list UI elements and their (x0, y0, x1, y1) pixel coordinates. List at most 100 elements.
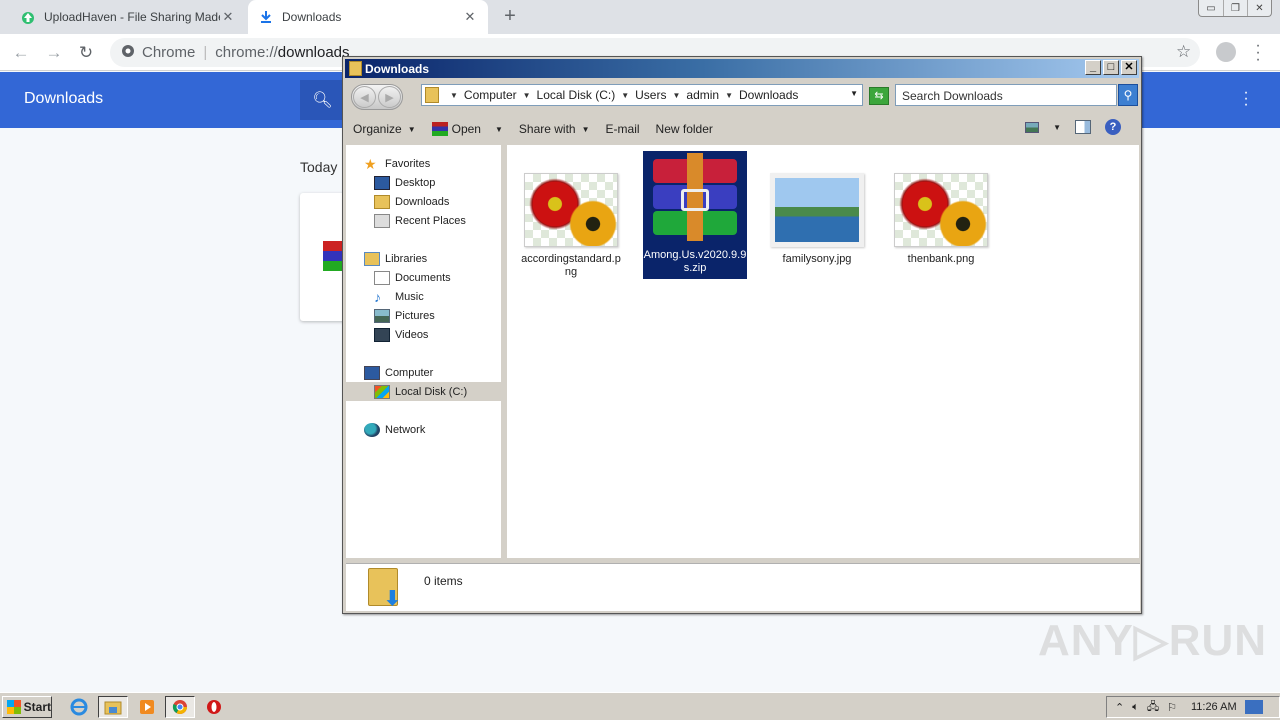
opera-icon[interactable] (199, 696, 229, 718)
open-button[interactable]: Open ▼ (424, 117, 511, 141)
close-icon[interactable]: ✕ (220, 9, 236, 25)
network-icon (364, 422, 380, 437)
volume-icon[interactable]: 🔈︎ (1132, 701, 1139, 714)
download-icon (258, 9, 274, 25)
nav-pictures[interactable]: Pictures (374, 306, 529, 325)
profile-avatar[interactable] (1216, 42, 1236, 62)
tab-downloads[interactable]: Downloads ✕ (248, 0, 488, 34)
desktop-icon (374, 175, 390, 190)
nav-local-disk[interactable]: Local Disk (C:) (346, 382, 501, 401)
close-button[interactable]: ✕ (1121, 60, 1137, 75)
chevron-down-icon[interactable]: ▼ (1053, 123, 1061, 132)
section-today: Today (300, 159, 338, 175)
address-bar: ◀ ▶ ▼ Computer ▼ Local Disk (C:) ▼ Users ▼ a… (345, 79, 1139, 113)
internet-explorer-icon[interactable] (64, 696, 94, 718)
chrome-icon (122, 44, 134, 61)
winrar-archive-icon (649, 153, 741, 241)
more-actions-icon[interactable]: · · · (1240, 85, 1252, 113)
minimize-button[interactable]: ▭ (1199, 0, 1223, 16)
close-icon[interactable]: ✕ (462, 9, 478, 25)
libraries-icon (364, 251, 380, 266)
search-icon[interactable]: ⚲ (1118, 84, 1138, 106)
show-desktop-icon[interactable] (1244, 700, 1263, 714)
nav-desktop[interactable]: Desktop (374, 173, 529, 192)
show-hidden-icons[interactable]: ⌃ (1115, 701, 1124, 714)
command-bar: Organize ▼ Open ▼ Share with ▼ E-mail New f… (345, 115, 1139, 143)
nav-network[interactable]: Network (364, 420, 519, 439)
breadcrumb-item[interactable]: Downloads (739, 88, 798, 102)
png-thumbnail-icon (894, 173, 988, 247)
music-icon: ♪ (374, 288, 381, 305)
clock[interactable]: 11:26 AM (1191, 701, 1237, 713)
organize-button[interactable]: Organize ▼ (345, 117, 424, 141)
file-list: accordingstandard.png Among.Us.v2020.9.9… (507, 145, 1139, 558)
media-player-icon[interactable] (132, 696, 162, 718)
help-icon[interactable]: ? (1105, 119, 1121, 135)
file-name: familysony.jpg (782, 253, 852, 265)
explorer-window: Downloads _ □ ✕ ◀ ▶ ▼ Computer ▼ Local Dis… (342, 56, 1142, 614)
nav-documents[interactable]: Documents (374, 268, 529, 287)
network-warning-icon[interactable]: 🖧 (1147, 698, 1159, 717)
file-item[interactable]: thenbank.png (889, 173, 993, 266)
breadcrumb-item[interactable]: admin (686, 88, 719, 102)
nav-label: Network (385, 423, 426, 436)
file-item[interactable]: familysony.jpg (765, 173, 869, 266)
back-button[interactable]: ← (10, 42, 32, 64)
chevron-down-icon[interactable]: ▼ (850, 89, 858, 98)
nav-music[interactable]: ♪ Music (374, 287, 529, 306)
chevron-down-icon: ▼ (407, 124, 416, 134)
png-thumbnail-icon (524, 173, 618, 247)
new-folder-button[interactable]: New folder (648, 117, 721, 141)
forward-button[interactable]: → (43, 42, 65, 64)
change-view-icon[interactable] (1025, 121, 1040, 133)
chrome-menu-icon[interactable]: · · · (1254, 38, 1262, 68)
nav-favorites[interactable]: ★ Favorites (364, 154, 519, 173)
explorer-title-bar[interactable]: Downloads _ □ ✕ (345, 59, 1139, 78)
chrome-icon[interactable] (165, 696, 195, 718)
details-pane: ⬇ 0 items (346, 563, 1140, 611)
download-arrow-icon: ⬇ (384, 588, 401, 610)
anyrun-watermark: ANY▷RUN (1038, 616, 1268, 665)
forward-button[interactable]: ▶ (378, 86, 401, 108)
minimize-button[interactable]: _ (1085, 60, 1101, 75)
file-item[interactable]: accordingstandard.png (519, 173, 623, 279)
uploadhaven-icon (20, 9, 36, 25)
start-button[interactable]: Start (2, 696, 52, 718)
search-input[interactable]: Search Downloads (895, 84, 1117, 106)
computer-icon (364, 365, 380, 380)
breadcrumb-item[interactable]: Users (635, 88, 666, 102)
email-button[interactable]: E-mail (598, 117, 648, 141)
nav-libraries[interactable]: Libraries (364, 249, 519, 268)
reload-button[interactable]: ↻ (75, 42, 97, 64)
back-button[interactable]: ◀ (353, 86, 376, 108)
close-window-button[interactable]: ✕ (1247, 0, 1271, 16)
breadcrumb-item[interactable]: Computer (464, 88, 517, 102)
new-tab-button[interactable]: + (500, 6, 520, 26)
chevron-down-icon[interactable]: ▼ (495, 125, 503, 134)
refresh-icon[interactable]: ⇆ (869, 87, 889, 105)
restore-button[interactable]: ❐ (1223, 0, 1247, 16)
bookmark-star-icon[interactable]: ☆ (1176, 42, 1191, 62)
nav-downloads[interactable]: Downloads (374, 192, 529, 211)
file-item-selected[interactable]: Among.Us.v2020.9.9s.zip (643, 151, 747, 279)
windows-explorer-icon[interactable] (98, 696, 128, 718)
recent-places-icon (374, 213, 390, 228)
page-title: Downloads (24, 90, 104, 107)
breadcrumb-item[interactable]: Local Disk (C:) (537, 88, 616, 102)
breadcrumb[interactable]: ▼ Computer ▼ Local Disk (C:) ▼ Users ▼ admin… (421, 84, 863, 106)
nav-recent-places[interactable]: Recent Places (374, 211, 529, 230)
action-center-flag-icon[interactable]: ⚐ (1167, 701, 1177, 714)
preview-pane-icon[interactable] (1075, 120, 1091, 134)
windows-logo-icon (7, 700, 21, 714)
window-title: Downloads (365, 61, 430, 76)
share-with-button[interactable]: Share with ▼ (511, 117, 598, 141)
videos-icon (374, 327, 390, 342)
nav-label: Downloads (395, 195, 450, 208)
chevron-down-icon: ▼ (581, 124, 590, 134)
downloads-folder-icon (425, 87, 439, 103)
search-downloads-button[interactable]: 🔍︎ (300, 80, 345, 120)
nav-computer[interactable]: Computer (364, 363, 519, 382)
nav-videos[interactable]: Videos (374, 325, 529, 344)
maximize-button[interactable]: □ (1103, 60, 1119, 75)
tab-uploadhaven[interactable]: UploadHaven - File Sharing Made Sim ✕ (10, 0, 246, 34)
